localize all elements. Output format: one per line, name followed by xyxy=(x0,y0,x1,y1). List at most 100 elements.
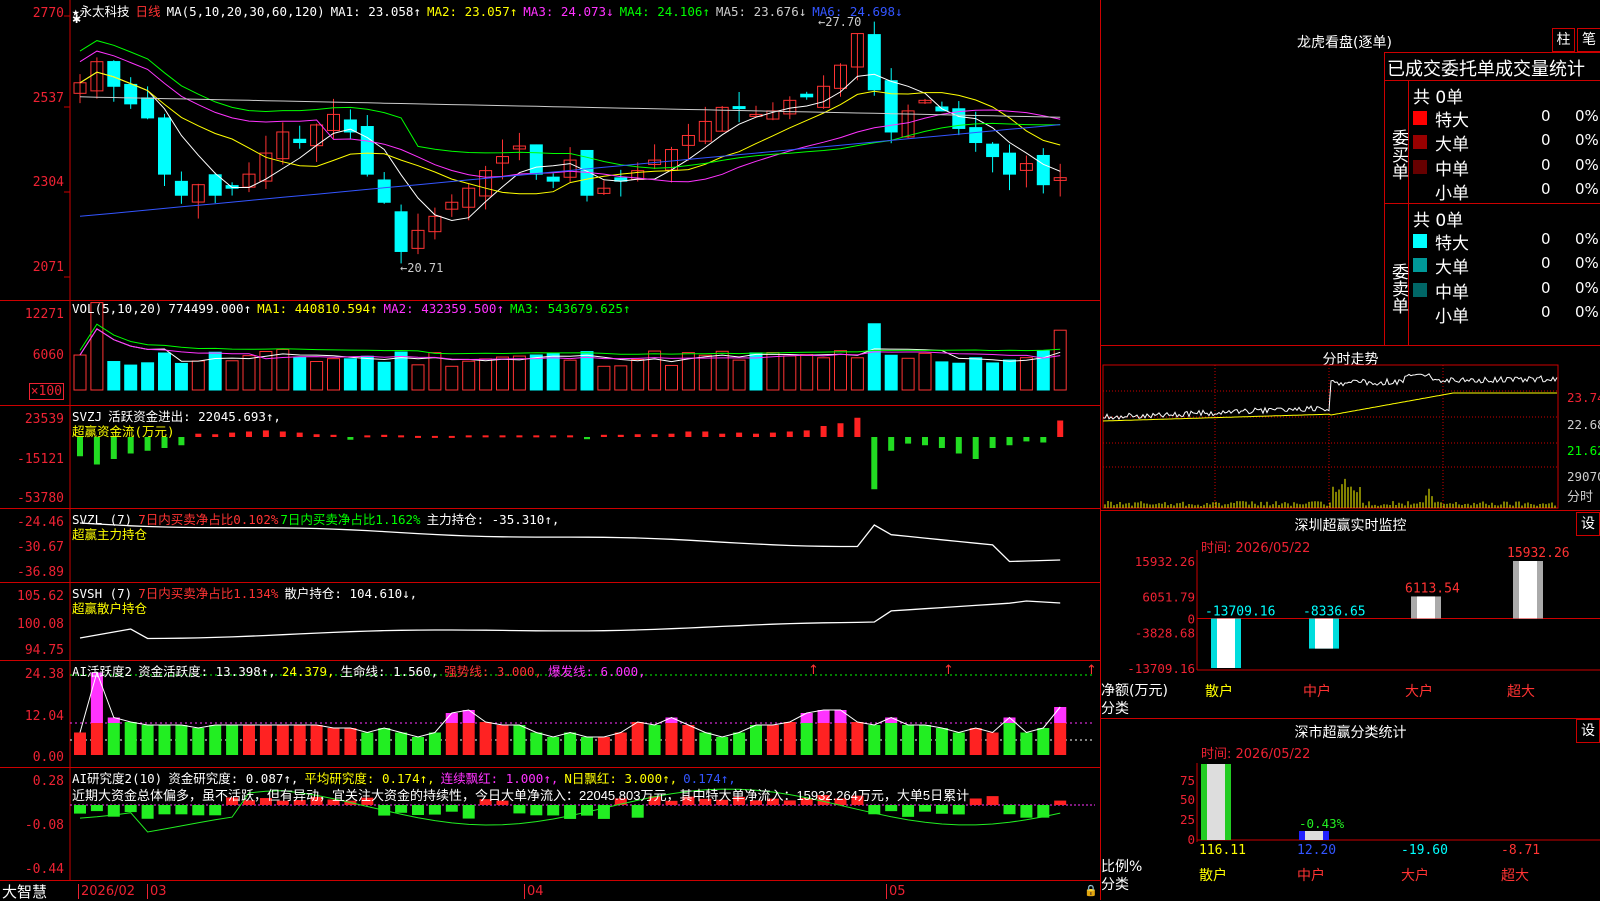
intraday-ylabel: 22.68 xyxy=(1567,417,1600,432)
intraday-panel[interactable]: 分时走势 23.74 22.68 21.62 29070 分时 xyxy=(1101,345,1600,511)
kline-y-axis: 2770 2537 2304 2071 xyxy=(0,0,68,300)
x-axis: 大智慧 2026/02 03 04 05 🔒 xyxy=(0,880,1101,901)
svzj-bar xyxy=(516,435,523,438)
ma2: MA2: 23.057↑ xyxy=(426,4,518,19)
svzl-sub: 超赢主力持仓 xyxy=(72,527,148,542)
buy-percent: 0% xyxy=(1575,155,1599,174)
sell-value: 0 xyxy=(1541,278,1551,297)
svzl-panel[interactable]: -24.46 -30.67 -36.89 SVZL (7) 7日内买卖净占比0.1… xyxy=(0,508,1101,583)
sz-class-chart: 75 50 25 0 -0.43% 116.11 12.20 -19.60 -8.71 散户 中户 大… xyxy=(1180,763,1600,884)
research-bar xyxy=(141,805,154,819)
volume-bar xyxy=(1019,357,1033,391)
kline-panel[interactable]: 2770 2537 2304 2071 ★永太科技 日线 MA(5,10,20,30… xyxy=(0,0,1101,301)
tick-mode-button[interactable]: 笔 xyxy=(1577,28,1600,52)
svzj-bar xyxy=(736,432,743,437)
volume-bar xyxy=(73,354,87,391)
activity-bar xyxy=(868,725,881,755)
x-label: 04 xyxy=(524,884,544,899)
lock-icon[interactable]: 🔒 xyxy=(1084,884,1098,897)
volume-bar xyxy=(293,356,307,391)
activity-bar xyxy=(124,722,137,755)
sz-monitor-panel[interactable]: 深圳超赢实时监控 设 时间: 2026/05/22 15932.26 6051.7… xyxy=(1101,510,1600,719)
volume-bar xyxy=(935,361,949,391)
research-bar xyxy=(462,805,475,819)
buy-value: 0 xyxy=(1541,131,1551,150)
szc-category: 大户 xyxy=(1401,867,1429,884)
research-bar xyxy=(428,805,441,815)
szm-category: 中户 xyxy=(1303,683,1331,700)
ai1-ytick: 12.04 xyxy=(24,709,64,724)
svzj-bar xyxy=(668,433,675,437)
research-bar xyxy=(885,805,898,812)
svzj-bar xyxy=(364,435,371,438)
sell-row: 中单 0 0% xyxy=(1413,278,1600,303)
ai-activity-panel[interactable]: ↑ ↑ ↑ 24.38 12.04 0.00 AI活跃度2 资金活跃度: 13.398… xyxy=(0,660,1101,768)
svsh-ytick: 105.62 xyxy=(17,589,64,604)
stock-name: 永太科技 xyxy=(79,4,130,19)
research-bar xyxy=(547,805,560,816)
bar-mode-button[interactable]: 柱 xyxy=(1552,28,1575,52)
activity-bar xyxy=(665,717,678,755)
svzj-bar xyxy=(465,435,472,438)
volume-bar xyxy=(834,350,847,391)
sell-row: 大单 0 0% xyxy=(1413,253,1600,278)
vol-y-axis: 12271 6060 ×100 xyxy=(0,300,68,405)
intraday-vol-label: 29070 xyxy=(1567,469,1600,484)
svzj-bar xyxy=(347,437,354,440)
buy-percent: 0% xyxy=(1575,131,1599,150)
svsh-line xyxy=(79,600,1061,640)
volume-bar xyxy=(225,360,239,391)
svzj-bar xyxy=(398,435,405,438)
buy-swatch xyxy=(1413,183,1427,198)
svzj-bar xyxy=(448,435,455,438)
szm-ytick: 6051.79 xyxy=(1142,590,1195,605)
activity-bar xyxy=(513,725,526,755)
activity-bar xyxy=(1020,732,1033,755)
volume-bar xyxy=(276,348,290,391)
volume-bar xyxy=(614,365,628,391)
sell-value: 0 xyxy=(1541,254,1551,273)
szm-bar-highlight xyxy=(1519,561,1537,619)
volume-panel[interactable]: 12271 6060 ×100 VOL(5,10,20) 774499.000↑ M… xyxy=(0,300,1101,406)
activity-bar xyxy=(699,732,712,755)
szm-bar-highlight xyxy=(1217,618,1235,668)
buy-label: 中单 xyxy=(1435,159,1469,180)
sz-class-ylabel: 比例% xyxy=(1101,859,1143,875)
kline-ytick: 2537 xyxy=(32,91,64,106)
svzj-bar xyxy=(719,433,726,437)
vol-ytick: 12271 xyxy=(24,307,64,322)
sz-class-panel[interactable]: 深市超赢分类统计 设 时间: 2026/05/22 75 50 25 0 -0.43% 1… xyxy=(1101,718,1600,900)
ma6-line xyxy=(79,124,1061,217)
small-star-icon: ✱ xyxy=(72,13,82,26)
activity-bar xyxy=(766,725,779,755)
svzj-y-axis: 23539 -15121 -53780 xyxy=(0,405,68,508)
szc-category: 散户 xyxy=(1199,867,1227,884)
svzj-bar xyxy=(212,434,219,437)
svzj-bar xyxy=(533,435,540,438)
buy-percent: 0% xyxy=(1575,107,1599,125)
activity-bar xyxy=(361,732,374,755)
svzj-bar xyxy=(600,434,607,437)
volume-bar xyxy=(732,359,746,391)
ai-research-panel[interactable]: 0.28 -0.08 -0.44 AI研究度2(10) 资金研究度: 0.087↑… xyxy=(0,767,1101,880)
svzj-bar xyxy=(955,437,962,454)
svzj-bar xyxy=(905,437,912,444)
svzj-bar xyxy=(330,434,337,437)
volume-bar xyxy=(242,355,256,391)
szc-category: 超大 xyxy=(1501,868,1529,884)
activity-bar xyxy=(614,732,627,755)
svsh-panel[interactable]: 105.62 100.08 94.75 SVSH (7) 7日内买卖净占比1.13… xyxy=(0,582,1101,661)
szm-bar-label: -13709.16 xyxy=(1205,605,1275,620)
activity-bar xyxy=(496,725,509,755)
activity-peak xyxy=(817,710,830,723)
candle-body xyxy=(360,126,374,175)
svzj-bar xyxy=(279,431,286,437)
research-bar xyxy=(395,805,408,813)
research-bar xyxy=(74,805,86,814)
volume-bar xyxy=(529,354,543,391)
svzj-bar xyxy=(1057,420,1064,437)
svzl-ytick: -36.89 xyxy=(17,565,64,580)
volume-bar xyxy=(665,364,678,391)
svzj-panel[interactable]: 23539 -15121 -53780 SVZJ 活跃资金进出: 22045.69… xyxy=(0,405,1101,509)
svsh-ytick: 100.08 xyxy=(17,617,64,632)
